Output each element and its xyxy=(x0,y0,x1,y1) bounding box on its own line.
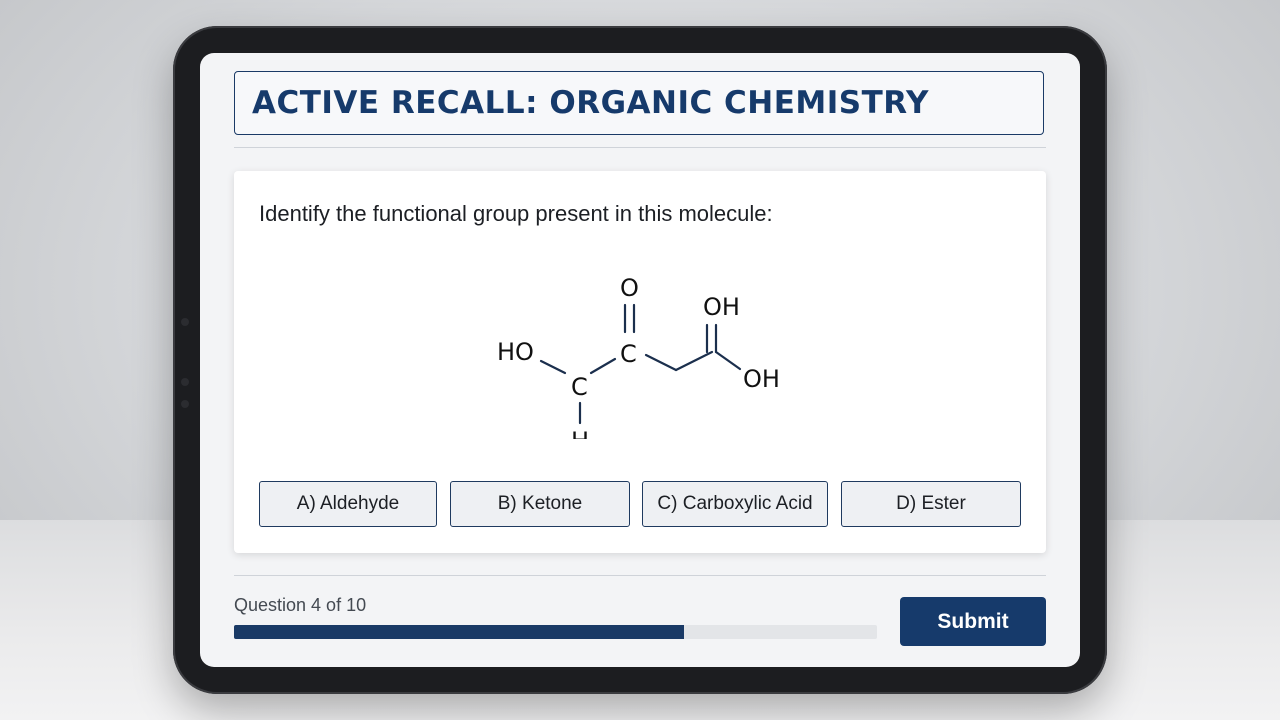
bond-c-ch2 xyxy=(644,353,678,372)
option-c-button[interactable]: C) Carboxylic Acid xyxy=(642,481,828,527)
question-prompt: Identify the functional group present in… xyxy=(259,201,773,226)
page-header: ACTIVE RECALL: ORGANIC CHEMISTRY xyxy=(234,71,1044,135)
molecule-structure: HO C H C O OH OH xyxy=(497,274,780,439)
molecule-label-ho-left: HO xyxy=(497,338,534,366)
progress-bar xyxy=(234,625,877,639)
progress-fill xyxy=(234,625,685,639)
molecule-label-h-bottom: H xyxy=(571,427,589,439)
camera-dot xyxy=(181,318,189,326)
option-d-label: D) Ester xyxy=(896,493,966,514)
page-title: ACTIVE RECALL: ORGANIC CHEMISTRY xyxy=(252,85,929,121)
molecule-label-o-top: O xyxy=(620,274,639,302)
bond-c-oh-right xyxy=(714,350,742,371)
header-divider xyxy=(234,147,1046,148)
bond-ch2-c xyxy=(674,350,714,372)
molecule-label-c-carbonyl: C xyxy=(620,340,637,368)
app-screen: ACTIVE RECALL: ORGANIC CHEMISTRY Identif… xyxy=(200,53,1080,667)
question-card: Identify the functional group present in… xyxy=(234,171,1046,553)
option-b-button[interactable]: B) Ketone xyxy=(450,481,630,527)
bond-c-c xyxy=(589,357,617,375)
option-a-label: A) Aldehyde xyxy=(296,493,400,514)
footer-divider xyxy=(234,575,1046,576)
bond-ho-c xyxy=(539,359,567,375)
progress-label: Question 4 of 10 xyxy=(234,595,367,615)
option-c-label: C) Carboxylic Acid xyxy=(657,493,813,514)
option-a-button[interactable]: A) Aldehyde xyxy=(259,481,437,527)
option-d-button[interactable]: D) Ester xyxy=(841,481,1021,527)
option-b-label: B) Ketone xyxy=(497,493,583,514)
sensor-dot xyxy=(181,378,189,386)
molecule-label-oh-top: OH xyxy=(703,293,740,321)
submit-button[interactable]: Submit xyxy=(900,597,1046,646)
sensor-dot xyxy=(181,400,189,408)
molecule-label-c-alpha: C xyxy=(571,373,588,401)
molecule-label-oh-right: OH xyxy=(743,365,780,393)
